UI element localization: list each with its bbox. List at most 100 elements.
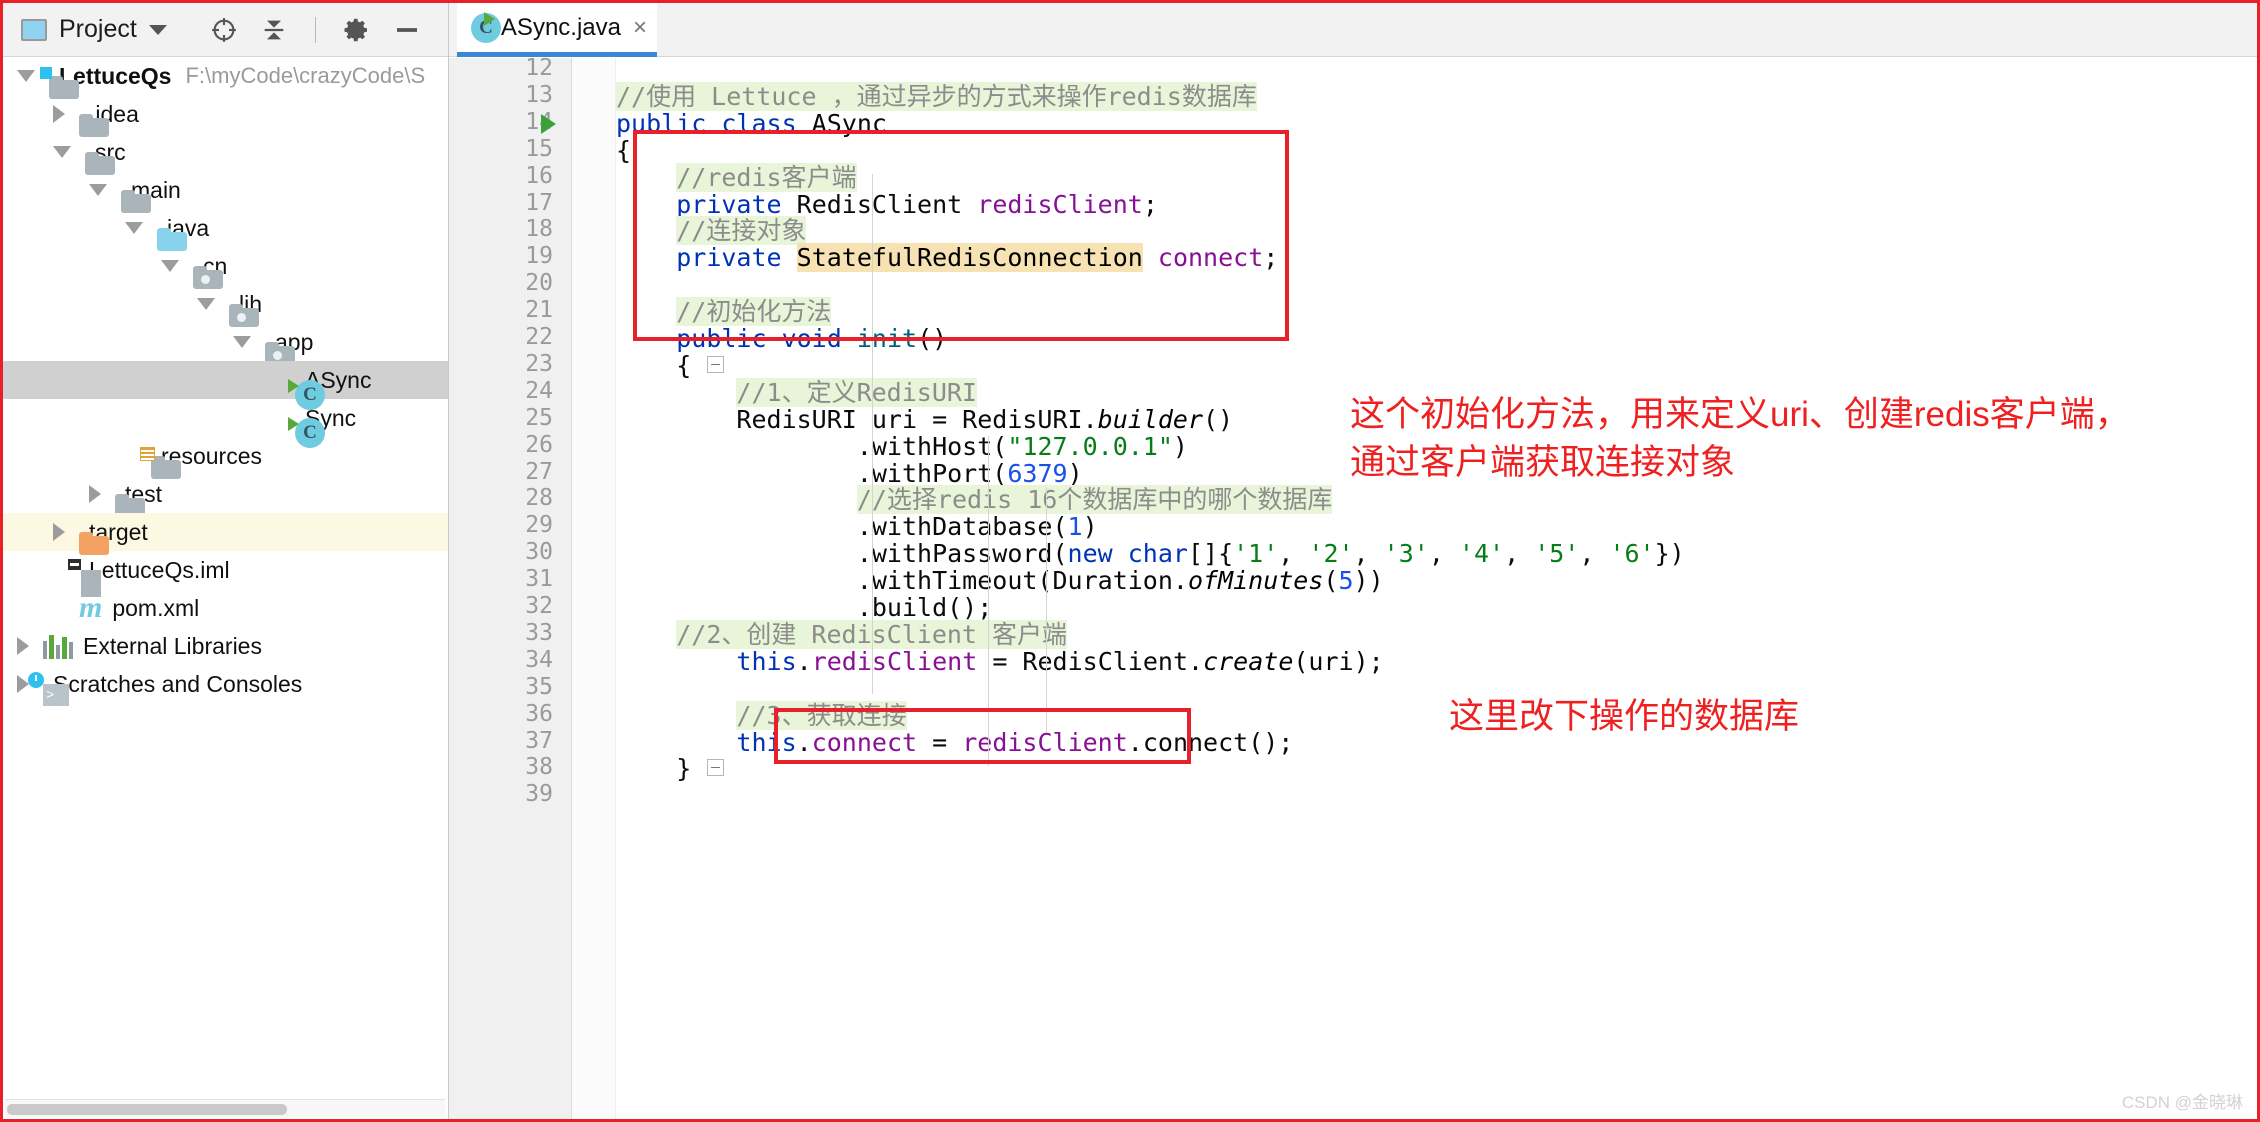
watermark: CSDN @金晓琳 xyxy=(2121,1093,2243,1112)
code-line-16: //redis客户端 xyxy=(676,162,857,192)
chevron-right-icon[interactable] xyxy=(53,523,65,541)
tab-label: ASync.java xyxy=(500,13,621,41)
tree-item-test[interactable]: test xyxy=(3,475,448,517)
tree-item-external-libraries[interactable]: External Libraries xyxy=(3,627,448,665)
line-number: 36 xyxy=(525,700,553,727)
code-line-25: RedisURI uri = RedisURI.builder() xyxy=(616,404,1234,434)
code-line-21: //初始化方法 xyxy=(676,297,832,327)
locate-icon[interactable] xyxy=(209,15,239,45)
indent-guide xyxy=(988,436,989,766)
line-number: 29 xyxy=(525,512,553,539)
project-title: Project xyxy=(59,15,137,43)
tree-item-cn[interactable]: cn xyxy=(3,247,448,289)
tree-item-label: LettuceQs.iml xyxy=(89,556,230,583)
code-line-38: } xyxy=(616,754,692,784)
code-line-15: { xyxy=(616,135,632,165)
minimize-icon[interactable] xyxy=(392,15,422,45)
collapse-all-icon[interactable] xyxy=(259,15,289,45)
tab-async-java[interactable]: C ASync.java × xyxy=(457,3,657,57)
editor-fold-gutter[interactable] xyxy=(572,58,724,1119)
line-number: 22 xyxy=(525,324,553,350)
line-number: 13 xyxy=(525,81,553,108)
tree-item-label: External Libraries xyxy=(83,632,262,659)
code-content[interactable]: //使用 Lettuce ，通过异步的方式来操作redis数据库 public c… xyxy=(616,58,2257,1119)
line-number: 24 xyxy=(525,377,553,404)
tree-item-src[interactable]: src xyxy=(3,133,448,175)
project-horizontal-scrollbar[interactable] xyxy=(5,1099,445,1117)
code-line-37: this.connect = redisClient.connect(); xyxy=(736,727,1294,757)
chevron-down-icon[interactable] xyxy=(148,24,167,35)
tree-item-idea[interactable]: .idea xyxy=(3,95,448,137)
project-tool-window: Project LettuceQs F:\myCode\crazyCode\S … xyxy=(3,3,449,1119)
tree-item-ljh[interactable]: ljh xyxy=(3,285,448,327)
code-line-19: private StatefulRedisConnection connect; xyxy=(676,243,1279,273)
chevron-down-icon[interactable] xyxy=(233,336,251,348)
project-toolbar-actions xyxy=(209,15,422,45)
tree-item-target[interactable]: target xyxy=(3,513,448,555)
tree-item-async[interactable]: C ASync xyxy=(3,361,448,410)
code-line-17: private RedisClient redisClient; xyxy=(676,189,1158,219)
tree-item-main[interactable]: main xyxy=(3,171,448,213)
chevron-down-icon[interactable] xyxy=(53,146,71,158)
line-number: 26 xyxy=(525,431,553,458)
line-number: 19 xyxy=(525,243,553,270)
line-number: 12 xyxy=(525,55,553,81)
chevron-down-icon[interactable] xyxy=(197,298,215,310)
chevron-right-icon[interactable] xyxy=(53,105,65,123)
line-number: 33 xyxy=(525,619,553,646)
editor-area: C ASync.java × 12 13 14 15 16 17 18 19 20 21 22 23 2… xyxy=(449,3,2257,1119)
line-number: 28 xyxy=(525,485,553,512)
tree-item-lettuceqs[interactable]: LettuceQs F:\myCode\crazyCode\S xyxy=(3,57,448,99)
chevron-right-icon[interactable] xyxy=(17,637,29,655)
libraries-icon xyxy=(43,633,74,659)
line-number: 35 xyxy=(525,673,553,700)
line-number: 39 xyxy=(525,781,553,808)
code-line-29: .withDatabase(1) xyxy=(616,512,1098,542)
code-line-36: //3、获取连接 xyxy=(736,700,907,730)
code-line-13: //使用 Lettuce ，通过异步的方式来操作redis数据库 xyxy=(616,81,1257,111)
close-icon[interactable]: × xyxy=(633,14,647,42)
tree-item-app[interactable]: app xyxy=(3,323,448,365)
java-class-icon: C xyxy=(471,11,501,43)
code-line-27: .withPort(6379) xyxy=(616,458,1083,488)
settings-gear-icon[interactable] xyxy=(342,15,372,45)
chevron-right-icon[interactable] xyxy=(89,485,101,503)
code-line-30: .withPassword(new char[]{'1', '2', '3', … xyxy=(616,539,1685,569)
maven-file-icon: m xyxy=(79,590,103,624)
chevron-down-icon[interactable] xyxy=(125,222,143,234)
code-line-24: //1、定义RedisURI xyxy=(736,377,977,407)
scrollbar-thumb[interactable] xyxy=(7,1104,287,1115)
chevron-down-icon[interactable] xyxy=(17,70,35,82)
line-number: 34 xyxy=(525,646,553,673)
indent-guide xyxy=(1046,488,1047,733)
editor-gutter[interactable]: 12 13 14 15 16 17 18 19 20 21 22 23 24 25 26 27 28 29 30 31… xyxy=(449,55,572,1119)
database-note: 这里改下操作的数据库 xyxy=(1449,697,1800,736)
tree-item-java[interactable]: java xyxy=(3,209,448,251)
code-line-22: public void init() xyxy=(676,324,948,353)
tree-item-scratches-and-consoles[interactable]: > Scratches and Consoles xyxy=(3,665,448,706)
line-number: 30 xyxy=(525,539,553,566)
chevron-down-icon[interactable] xyxy=(161,260,179,272)
line-number: 32 xyxy=(525,593,553,619)
tree-item-sync[interactable]: C Sync xyxy=(3,399,448,448)
tree-item-resources[interactable]: resources xyxy=(3,437,448,479)
chevron-down-icon[interactable] xyxy=(89,184,107,196)
project-tree: LettuceQs F:\myCode\crazyCode\S .idea src ma… xyxy=(3,57,448,706)
line-number: 38 xyxy=(525,754,553,781)
tree-item-lettuceqs-iml[interactable]: LettuceQs.iml xyxy=(3,551,448,597)
line-number: 17 xyxy=(525,189,553,216)
tree-item-path: F:\myCode\crazyCode\S xyxy=(185,63,426,88)
tree-item-pom-xml[interactable]: m pom.xml xyxy=(3,589,448,627)
line-number: 16 xyxy=(525,162,553,189)
code-line-28: //选择redis 16个数据库中的哪个数据库 xyxy=(856,485,1333,515)
project-window-icon xyxy=(21,18,47,41)
line-number: 21 xyxy=(525,297,553,324)
run-gutter-icon[interactable] xyxy=(541,113,556,134)
line-number: 25 xyxy=(525,404,553,431)
line-number: 18 xyxy=(525,216,553,243)
